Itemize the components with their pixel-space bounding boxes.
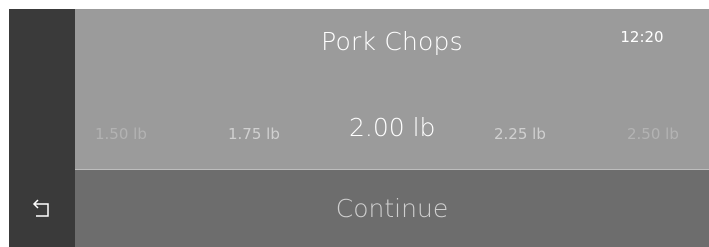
weight-option[interactable]: 2.25 lb	[494, 9, 546, 169]
continue-button[interactable]: Continue	[75, 170, 709, 247]
main-panel: Pork Chops 12:20 1.50 lb 1.75 lb 2.00 lb…	[75, 9, 709, 247]
weight-option-label: 1.50 lb	[95, 125, 147, 143]
weight-option[interactable]: 1.50 lb	[95, 9, 147, 169]
back-arrow-icon	[32, 199, 49, 217]
weight-panel: Pork Chops 12:20 1.50 lb 1.75 lb 2.00 lb…	[75, 9, 709, 169]
selected-weight: 2.00 lb	[349, 113, 436, 142]
weight-option-label: 2.50 lb	[627, 125, 679, 143]
weight-option-label: 1.75 lb	[228, 125, 280, 143]
weight-option[interactable]: 2.50 lb	[627, 9, 679, 169]
weight-option-label: 2.25 lb	[494, 125, 546, 143]
back-button[interactable]	[9, 169, 75, 247]
oven-display: Pork Chops 12:20 1.50 lb 1.75 lb 2.00 lb…	[9, 9, 709, 247]
continue-label: Continue	[335, 194, 449, 223]
weight-option-selected[interactable]: 2.00 lb	[349, 9, 435, 169]
sidebar	[9, 9, 75, 247]
weight-option[interactable]: 1.75 lb	[228, 9, 280, 169]
